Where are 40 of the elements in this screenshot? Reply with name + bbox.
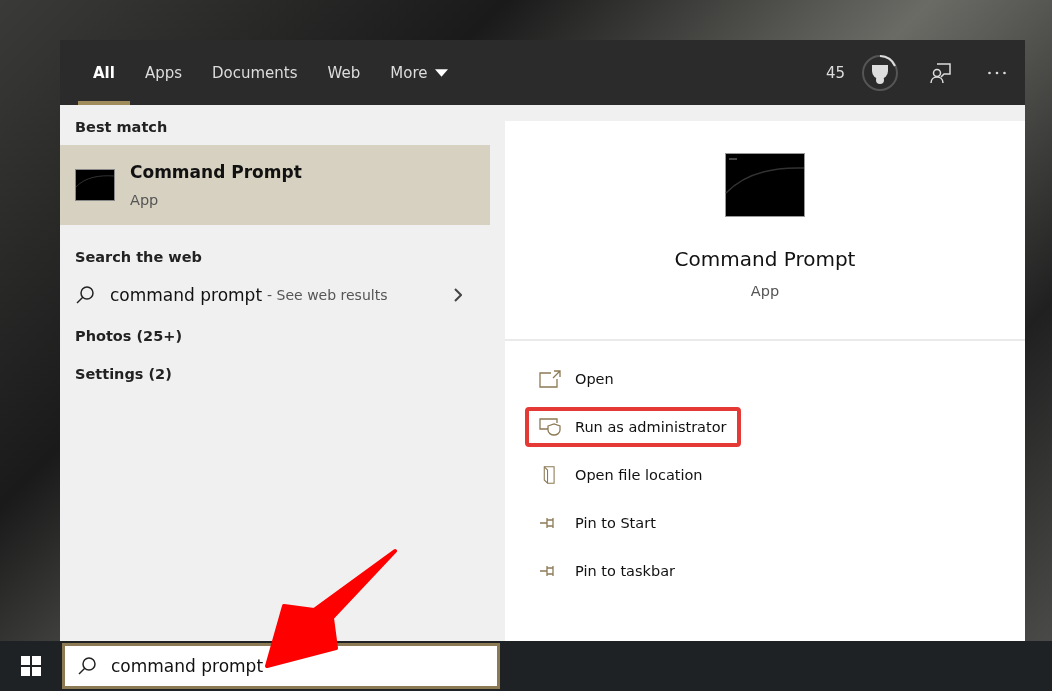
action-label: Pin to taskbar xyxy=(575,563,675,579)
shield-icon xyxy=(539,418,561,436)
tab[interactable]: Web xyxy=(312,40,376,105)
caret-icon xyxy=(435,68,449,77)
category-item[interactable]: Settings (2) xyxy=(60,355,490,393)
chevron-right-icon xyxy=(454,288,462,302)
action-item[interactable]: Open file location xyxy=(525,455,717,495)
best-match-item[interactable]: Command Prompt App xyxy=(60,145,490,225)
section-heading: Best match xyxy=(74,118,169,137)
taskbar-search-field[interactable]: command prompt xyxy=(62,643,500,689)
web-query: command prompt xyxy=(110,285,263,305)
app-type: App xyxy=(750,283,780,299)
action-item[interactable]: Pin to Start xyxy=(525,503,670,543)
action-item[interactable]: Open xyxy=(525,359,628,399)
windows-logo-icon[interactable] xyxy=(21,656,41,676)
window-arrow-icon xyxy=(539,370,561,388)
web-results-hint: - See web results xyxy=(267,287,389,303)
more-options-icon[interactable] xyxy=(987,69,1007,76)
trophy-icon[interactable] xyxy=(861,53,899,92)
tab[interactable]: Documents xyxy=(197,40,313,105)
app-type: App xyxy=(130,192,160,208)
action-item[interactable]: Pin to taskbar xyxy=(525,551,689,591)
action-label: Pin to Start xyxy=(575,515,656,531)
tab[interactable]: Apps xyxy=(129,40,198,105)
web-result-item[interactable]: command prompt - See web results xyxy=(60,275,490,317)
tab[interactable]: More xyxy=(375,40,464,105)
search-icon xyxy=(77,656,97,676)
points-count: 45 xyxy=(825,63,845,82)
section-heading: Search the web xyxy=(74,248,203,267)
action-label: Open file location xyxy=(575,467,703,483)
app-title: Command Prompt xyxy=(674,247,856,271)
action-label: Open xyxy=(575,371,614,387)
action-label: Run as administrator xyxy=(575,419,727,435)
app-title: Command Prompt xyxy=(130,162,302,182)
terminal-icon xyxy=(725,153,805,217)
category-item[interactable]: Photos (25+) xyxy=(60,317,490,355)
search-icon xyxy=(75,285,95,305)
action-item[interactable]: Run as administrator xyxy=(525,407,741,447)
feedback-icon[interactable] xyxy=(929,60,953,85)
terminal-icon xyxy=(75,169,115,201)
